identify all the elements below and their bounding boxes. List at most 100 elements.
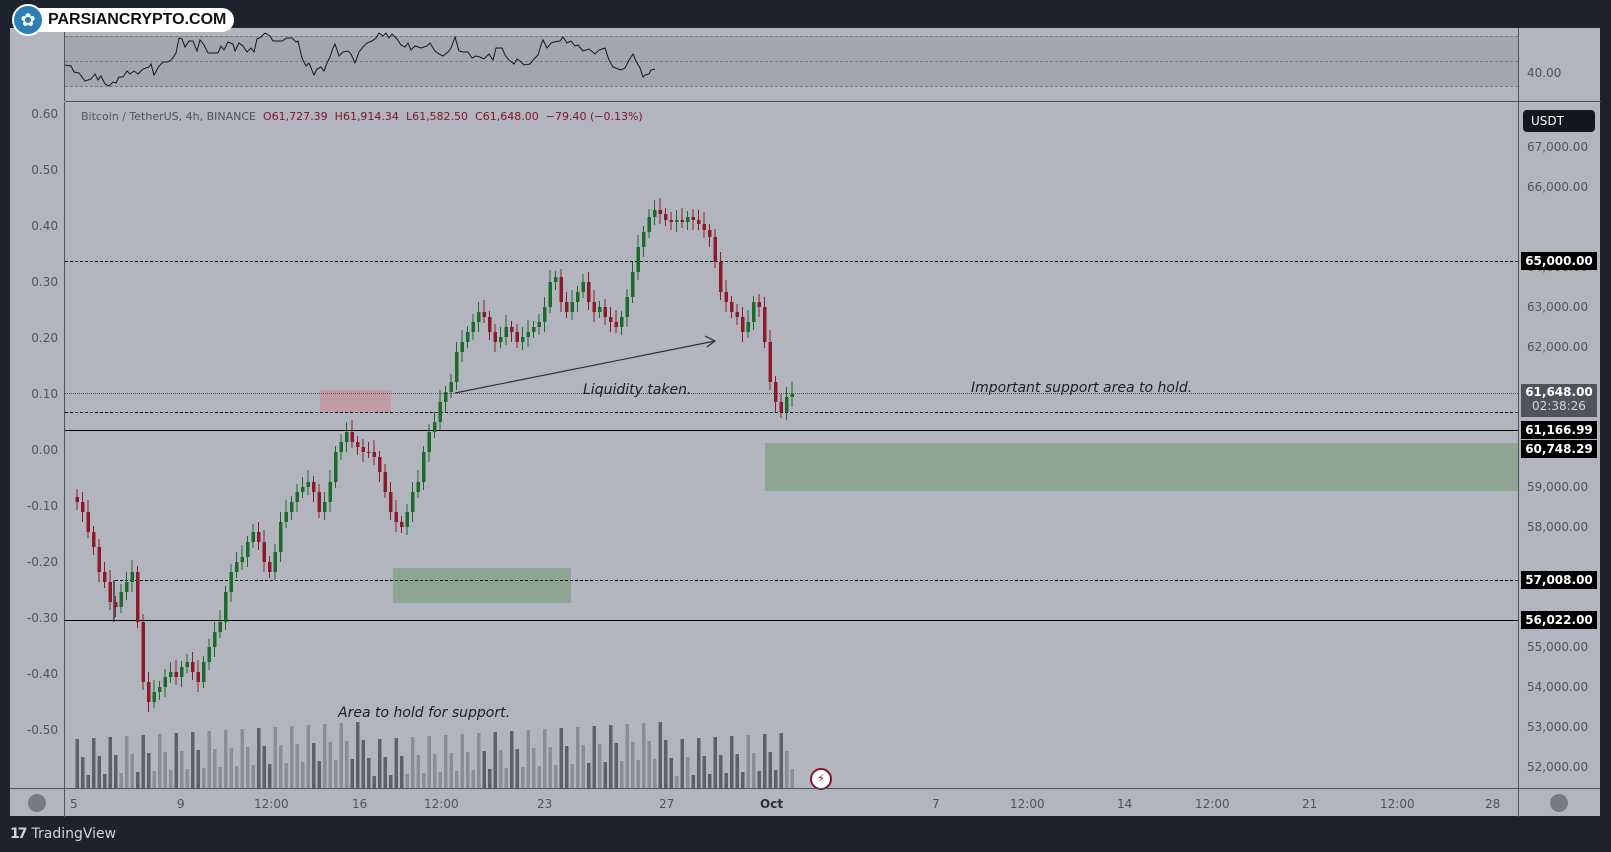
volume-bar — [207, 731, 211, 788]
price-tag-56022: 56,022.00 — [1521, 611, 1597, 629]
lightning-event-icon[interactable]: ⚡ — [810, 768, 832, 790]
candle-body — [356, 442, 360, 447]
price-tick: 62,000.00 — [1527, 340, 1589, 354]
rsi-axis[interactable]: 40.00 — [1518, 28, 1601, 102]
candle-body — [554, 277, 558, 282]
chart-frame: 40.00 0.60 0.50 0.40 0.30 0.20 0.10 0.00… — [10, 28, 1601, 817]
volume-bar — [279, 745, 283, 788]
volume-bar — [229, 748, 233, 788]
volume-bar — [570, 764, 574, 788]
candle-body — [317, 492, 321, 512]
time-label: 12:00 — [1195, 797, 1230, 811]
volume-bar — [708, 774, 712, 788]
candle-body — [730, 302, 734, 312]
volume-bar — [581, 745, 585, 788]
volume-bar — [741, 772, 745, 788]
candle-body — [86, 512, 90, 532]
left-tick: 0.40 — [31, 219, 58, 233]
volume-bar — [422, 773, 426, 788]
volume-bar — [614, 743, 618, 788]
candle-body — [548, 282, 552, 307]
volume-bar — [548, 747, 552, 788]
candle-body — [515, 332, 519, 342]
candle-body — [295, 492, 299, 502]
candle-body — [735, 312, 739, 317]
candle-body — [636, 247, 640, 272]
volume-bar — [774, 770, 778, 788]
candle-body — [482, 312, 486, 317]
candle-body — [680, 220, 684, 222]
volume-bar — [361, 740, 365, 788]
price-scale[interactable]: USDT 67,000.00 66,000.00 64,000.00 63,00… — [1518, 102, 1601, 788]
tradingview-logo-icon: 17 — [10, 826, 28, 842]
volume-bar — [262, 746, 266, 788]
candle-body — [587, 282, 591, 302]
volume-bar — [460, 734, 464, 788]
volume-bar — [389, 775, 393, 788]
candle-body — [169, 672, 173, 677]
scale-settings-button-right[interactable] — [1550, 794, 1568, 812]
candle-body — [653, 210, 657, 217]
volume-bar — [394, 738, 398, 788]
volume-bar — [92, 738, 96, 788]
time-axis-divider-right — [1518, 789, 1519, 817]
top-bar: Oct 02, 2024 09:21 UTC — [0, 0, 1611, 28]
left-tick: -0.50 — [26, 723, 58, 737]
left-scale[interactable]: 0.60 0.50 0.40 0.30 0.20 0.10 0.00 -0.10… — [10, 102, 65, 788]
rsi-left-axis — [10, 28, 65, 101]
candle-body — [339, 442, 343, 452]
volume-bar — [323, 724, 327, 788]
candle-body — [675, 220, 679, 222]
candle-body — [306, 482, 310, 487]
candle-body — [763, 307, 767, 342]
candle-body — [752, 302, 756, 322]
candle-body — [103, 572, 107, 582]
volume-bar — [185, 769, 189, 788]
volume-bar — [510, 731, 514, 788]
left-tick: -0.30 — [26, 611, 58, 625]
time-label: 23 — [537, 797, 553, 811]
price-tag-61166: 61,166.99 — [1521, 421, 1597, 439]
candle-body — [719, 262, 723, 292]
annotation-liquidity[interactable]: Liquidity taken. — [583, 382, 691, 398]
annotation-support-area[interactable]: Area to hold for support. — [338, 705, 510, 721]
volume-bar — [636, 760, 640, 788]
left-tick: 0.60 — [31, 107, 58, 121]
currency-button[interactable]: USDT — [1523, 110, 1595, 132]
annotation-important-support[interactable]: Important support area to hold. — [971, 380, 1192, 396]
volume-bar — [768, 752, 772, 788]
volume-bar — [301, 762, 305, 788]
candle-body — [273, 552, 277, 572]
rsi-pane[interactable] — [65, 28, 1518, 102]
candle-body — [697, 220, 701, 224]
price-pane[interactable]: Bitcoin / TetherUS, 4h, BINANCE O61,727.… — [65, 102, 1518, 790]
time-scale[interactable]: 5 9 12:00 16 12:00 23 27 Oct 7 12:00 14 … — [10, 788, 1600, 817]
volume-bar — [444, 735, 448, 788]
candle-body — [466, 332, 470, 342]
volume-bar — [449, 753, 453, 788]
time-label: 5 — [70, 797, 78, 811]
candle-body — [312, 482, 316, 492]
candle-body — [246, 542, 250, 557]
volume-bar — [664, 740, 668, 788]
scale-settings-button-left[interactable] — [28, 794, 46, 812]
candle-body — [488, 317, 492, 332]
volume-bar — [504, 768, 508, 788]
volume-bar — [125, 736, 129, 788]
candle-body — [229, 572, 233, 592]
candle-body — [570, 302, 574, 312]
volume-bar — [675, 776, 679, 788]
candle-body — [196, 672, 200, 682]
volume-bar — [213, 749, 217, 788]
candle-body — [92, 532, 96, 547]
volume-bar — [246, 747, 250, 788]
time-label: Oct — [760, 797, 784, 811]
candle-body — [669, 220, 673, 222]
candle-body — [521, 337, 525, 342]
last-price-value: 61,648.00 — [1525, 385, 1593, 399]
volume-bar — [680, 739, 684, 788]
candle-body — [323, 502, 327, 512]
time-label: 14 — [1117, 797, 1133, 811]
candle-body — [741, 317, 745, 332]
footer-brand[interactable]: 17 TradingView — [10, 822, 116, 846]
